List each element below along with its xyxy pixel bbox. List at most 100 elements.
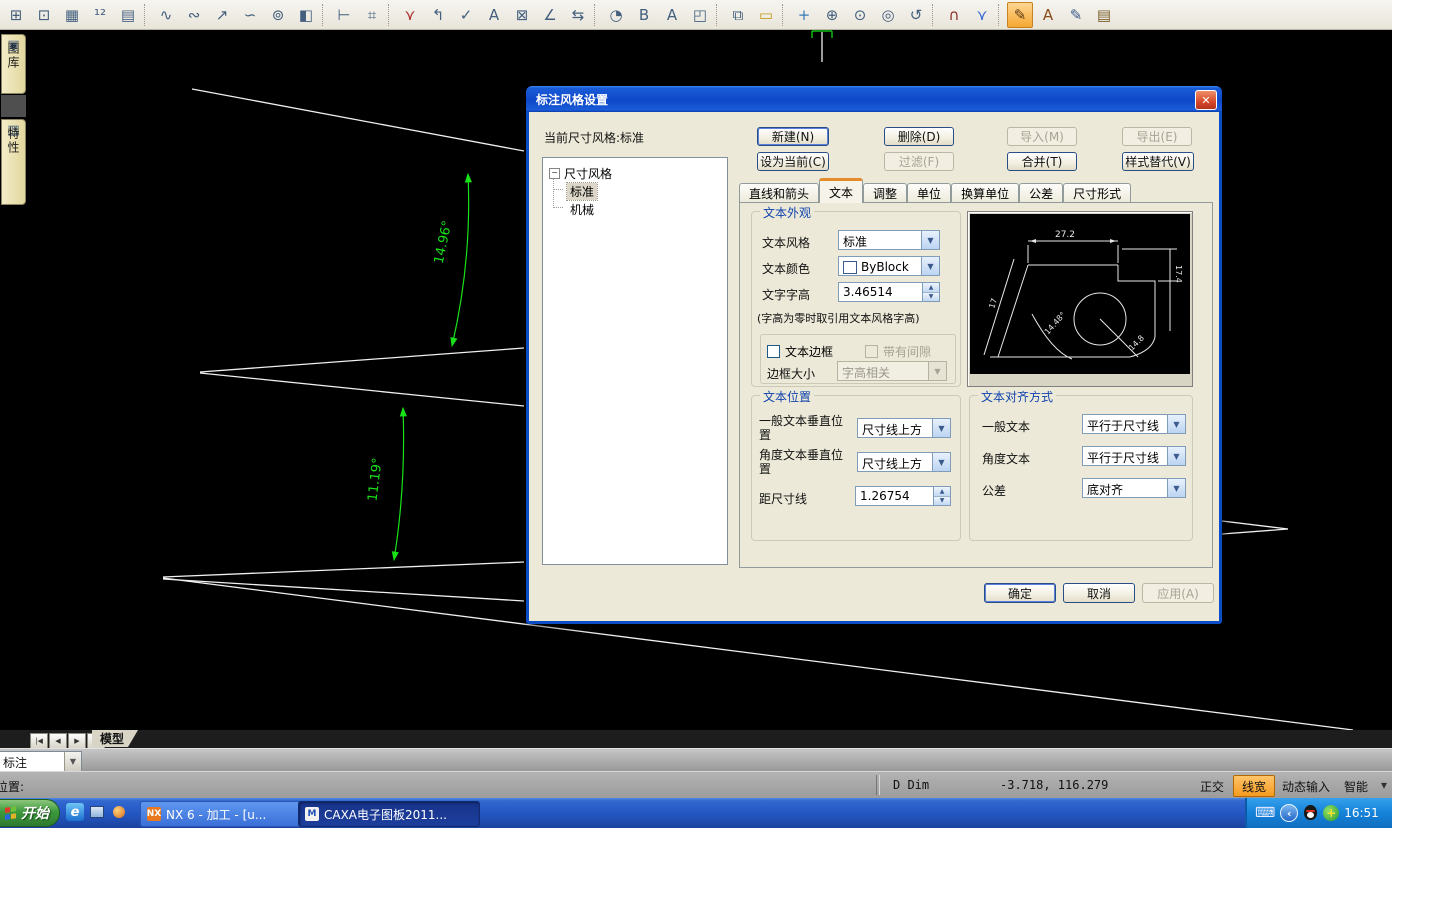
filter-icon[interactable]: ⋎	[969, 2, 995, 28]
trim-corner-icon[interactable]: ⋎	[397, 2, 423, 28]
library-panel-tab[interactable]: ▣ 图库	[1, 34, 26, 94]
dim-style-brush-icon[interactable]: ✎	[1007, 2, 1033, 28]
frame-text-icon[interactable]: ◰	[687, 2, 713, 28]
table-icon[interactable]: ⊞	[3, 2, 29, 28]
tab-units[interactable]: 单位	[907, 183, 951, 203]
next-sheet-button[interactable]: ▶	[68, 733, 86, 749]
chevron-down-icon[interactable]: ▼	[1167, 479, 1185, 497]
ruler-icon[interactable]: ▭	[753, 2, 779, 28]
offset-spinner[interactable]: 1.26754 ▲▼	[855, 486, 951, 506]
zoom-window-icon[interactable]: ⊙	[847, 2, 873, 28]
display-settings-icon[interactable]: ⧉	[725, 2, 751, 28]
tab-dim-form[interactable]: 尺寸形式	[1063, 183, 1131, 203]
general-vpos-combo[interactable]: 尺寸线上方 ▼	[857, 418, 951, 438]
linewidth-toggle[interactable]: 线宽	[1233, 775, 1275, 797]
internet-explorer-icon[interactable]: e	[66, 803, 84, 821]
spinner-buttons[interactable]: ▲▼	[933, 487, 950, 505]
chevron-down-icon[interactable]: ▼	[932, 419, 950, 437]
tree-item-mechanical[interactable]: 机械	[567, 201, 597, 218]
text-color-combo[interactable]: ByBlock ▼	[838, 256, 940, 276]
tab-lines-arrows[interactable]: 直线和箭头	[739, 183, 819, 203]
checkbox-icon[interactable]	[767, 345, 780, 358]
merge-button[interactable]: 合并(T)	[1007, 152, 1077, 171]
circle-mark-icon[interactable]: ⊚	[265, 2, 291, 28]
text-style-brush-icon[interactable]: A	[1035, 2, 1061, 28]
keyboard-layout-icon[interactable]: ⌨	[1255, 805, 1275, 821]
tab-text[interactable]: 文本	[819, 178, 863, 203]
chamfer-dim-icon[interactable]: ∠	[537, 2, 563, 28]
balloon-icon[interactable]: ⊠	[509, 2, 535, 28]
first-sheet-button[interactable]: |◀	[30, 733, 48, 749]
block-table-icon[interactable]: ⊡	[31, 2, 57, 28]
command-combo[interactable]: 标注 ▼	[0, 751, 82, 772]
chevron-down-icon[interactable]: ▼	[1167, 447, 1185, 465]
check-mark-icon[interactable]: ✓	[453, 2, 479, 28]
magnet-icon[interactable]: ∩	[941, 2, 967, 28]
show-desktop-icon[interactable]	[88, 803, 106, 821]
move-text-icon[interactable]: A	[659, 2, 685, 28]
cancel-button[interactable]: 取消	[1063, 583, 1135, 603]
tray-collapse-chevron-icon[interactable]: ‹	[1280, 804, 1298, 822]
datum-symbol-icon[interactable]: A	[481, 2, 507, 28]
panel-splitter[interactable]	[1, 95, 26, 117]
spinner-up-icon[interactable]: ▲	[923, 283, 939, 293]
section-block-icon[interactable]: ◧	[293, 2, 319, 28]
grid-icon[interactable]: ▦	[59, 2, 85, 28]
prev-sheet-button[interactable]: ◀	[49, 733, 67, 749]
new-button[interactable]: 新建(N)	[757, 127, 829, 146]
chevron-down-icon[interactable]: ▼	[932, 453, 950, 471]
style-manager-icon[interactable]: ▤	[1091, 2, 1117, 28]
taskbar-item-nx[interactable]: NX NX 6 - 加工 - [u...	[140, 801, 304, 827]
tab-alt-units[interactable]: 换算单位	[951, 183, 1019, 203]
pan-icon[interactable]: +	[791, 2, 817, 28]
zoom-previous-icon[interactable]: ↺	[903, 2, 929, 28]
point-style-icon[interactable]: ✎	[1063, 2, 1089, 28]
properties-panel-tab[interactable]: ▥ 特性	[1, 119, 26, 205]
taskbar-item-caxa[interactable]: M CAXA电子图板2011...	[298, 801, 480, 827]
tree-root-dimension-style[interactable]: − 尺寸风格	[549, 165, 612, 182]
text-height-spinner[interactable]: 3.46514 ▲▼	[838, 282, 940, 302]
chevron-down-icon[interactable]: ▼	[921, 231, 939, 249]
delete-button[interactable]: 删除(D)	[884, 127, 954, 146]
dialog-titlebar[interactable]: 标注风格设置 ✕	[526, 86, 1222, 112]
text-border-checkbox[interactable]: 文本边框	[767, 343, 833, 360]
angle-vpos-combo[interactable]: 尺寸线上方 ▼	[857, 452, 951, 472]
chevron-down-icon[interactable]: ▾	[1381, 778, 1387, 792]
model-tab[interactable]: 模型	[92, 730, 138, 747]
spinner-buttons[interactable]: ▲▼	[922, 283, 939, 301]
align-tolerance-combo[interactable]: 底对齐 ▼	[1082, 478, 1186, 498]
wave-line-icon[interactable]: ∿	[153, 2, 179, 28]
text-table-icon[interactable]: ▤	[115, 2, 141, 28]
break-line-icon[interactable]: ∾	[181, 2, 207, 28]
leader-dim-icon[interactable]: ↰	[425, 2, 451, 28]
smart-snap-toggle[interactable]: 智能	[1344, 778, 1368, 795]
tree-item-standard[interactable]: 标准	[567, 183, 597, 200]
spinner-down-icon[interactable]: ▼	[934, 497, 950, 506]
ortho-toggle[interactable]: 正交	[1200, 778, 1224, 795]
spinner-down-icon[interactable]: ▼	[923, 293, 939, 302]
ordinate-dim-icon[interactable]: ⌗	[359, 2, 385, 28]
pie-sector-icon[interactable]: ◔	[603, 2, 629, 28]
align-arrows-icon[interactable]: ⇆	[565, 2, 591, 28]
pointer-arrow-icon[interactable]: ↗	[209, 2, 235, 28]
align-angle-combo[interactable]: 平行于尺寸线 ▼	[1082, 446, 1186, 466]
chevron-down-icon[interactable]: ▼	[921, 257, 939, 275]
chevron-down-icon[interactable]: ▼	[64, 752, 81, 771]
zoom-in-icon[interactable]: ⊕	[819, 2, 845, 28]
scale-text-icon[interactable]: B	[631, 2, 657, 28]
dynamic-input-toggle[interactable]: 动态输入	[1282, 778, 1330, 795]
antivirus-tray-icon[interactable]: +	[1323, 805, 1339, 821]
tree-collapse-icon[interactable]: −	[549, 168, 560, 179]
text-style-combo[interactable]: 标准 ▼	[838, 230, 940, 250]
tab-adjust[interactable]: 调整	[863, 183, 907, 203]
close-icon[interactable]: ✕	[1195, 90, 1217, 110]
set-current-button[interactable]: 设为当前(C)	[757, 152, 829, 171]
style-override-button[interactable]: 样式替代(V)	[1122, 152, 1194, 171]
start-button[interactable]: 开始	[0, 799, 60, 827]
media-player-icon[interactable]	[110, 803, 128, 821]
numbered-table-icon[interactable]: ¹²	[87, 2, 113, 28]
spinner-up-icon[interactable]: ▲	[934, 487, 950, 497]
tab-tolerance[interactable]: 公差	[1019, 183, 1063, 203]
qq-messenger-icon[interactable]	[1303, 805, 1318, 821]
linear-dim-icon[interactable]: ⊢	[331, 2, 357, 28]
